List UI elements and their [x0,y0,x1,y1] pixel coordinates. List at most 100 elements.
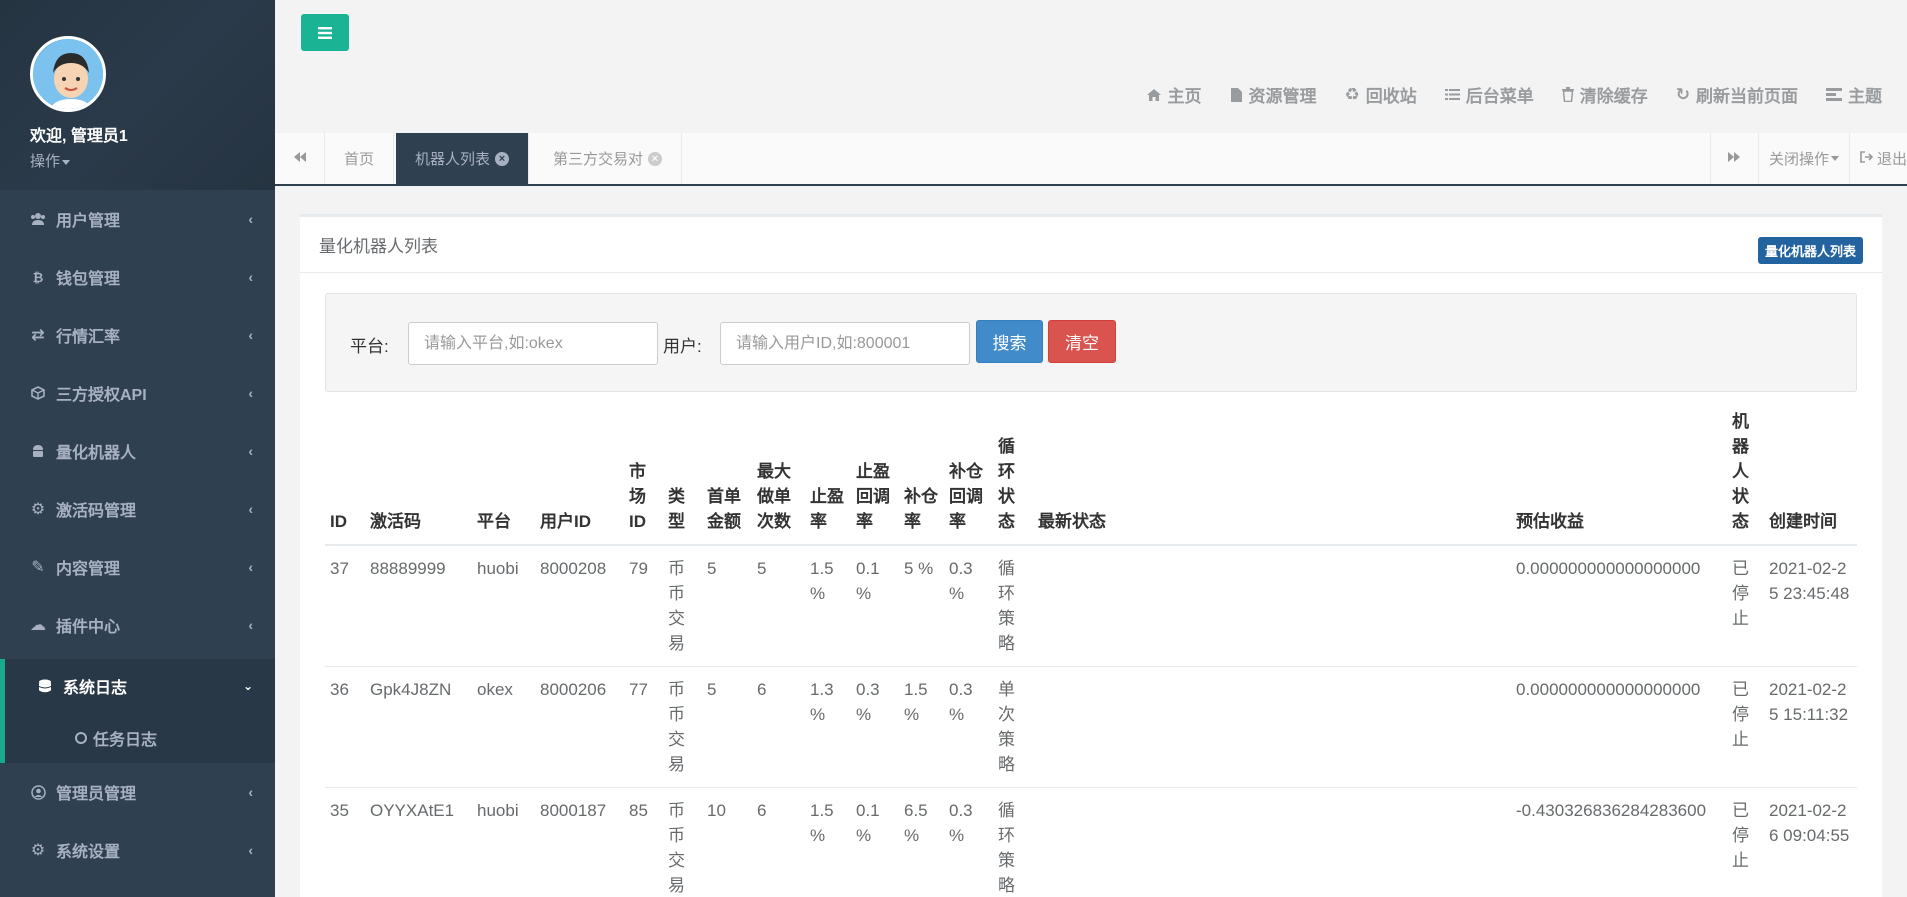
logout-button[interactable]: 退出 [1848,133,1907,184]
sidebar-item-system-logs[interactable]: 系统日志 ⌄ [0,659,275,713]
clear-cache-label: 清除缓存 [1579,87,1648,106]
sidebar-item-content[interactable]: ✎ 内容管理 ‹ [0,538,275,596]
cell-add-position-callback: 0.3 % [944,666,993,788]
close-tab-icon[interactable]: × [648,151,663,166]
avatar[interactable] [30,36,106,112]
search-button[interactable]: 搜索 [976,320,1043,363]
column-header[interactable]: 循环状态 [993,409,1033,546]
column-header[interactable]: 机器人状态 [1727,409,1764,546]
cell-robot-status: 已停止 [1727,545,1764,667]
cell-add-position-rate: 1.5 % [899,666,944,788]
resource-management-link[interactable]: 资源管理 [1230,82,1317,107]
chevron-left-icon: ‹ [248,443,253,459]
clear-cache-link[interactable]: 清除缓存 [1561,82,1648,107]
table-row[interactable]: 36 Gpk4J8ZN okex 8000206 77 币币交易 5 6 1.3… [325,666,1857,788]
tabs-scroll-left-button[interactable] [275,133,325,184]
column-header[interactable]: 补仓率 [899,409,944,546]
refresh-page-link[interactable]: ↻ 刷新当前页面 [1676,82,1798,107]
column-header[interactable]: 预估收益 [1511,409,1727,546]
platform-input[interactable] [408,322,658,365]
database-icon [37,678,53,694]
cell-loop-status: 循环策略 [993,787,1033,897]
top-navbar: 主页 资源管理 ♻ 回收站 后台菜单 清除缓存 ↻ 刷新当前页面 主题 [275,0,1907,133]
column-header[interactable]: 类型 [663,409,702,546]
sidebar-item-users[interactable]: 用户管理 ‹ [0,190,275,248]
cell-platform: huobi [472,545,535,667]
sidebar-subitem-task-logs[interactable]: 任务日志 [0,713,275,763]
sidebar-item-label: 用户管理 [56,213,121,230]
backend-menu-label: 后台菜单 [1465,87,1534,106]
cell-id: 36 [325,666,365,788]
sidebar-item-activation-codes[interactable]: ⚙ 激活码管理 ‹ [0,480,275,538]
column-header[interactable]: 首单金额 [702,409,752,546]
cell-loop-status: 循环策略 [993,545,1033,667]
sidebar-item-market-rates[interactable]: ⇄ 行情汇率 ‹ [0,306,275,364]
cell-take-profit-callback: 0.1 % [851,545,899,667]
column-header[interactable]: 创建时间 [1764,409,1857,546]
tab-label: 机器人列表 [415,151,491,168]
sidebar-item-system-settings[interactable]: ⚙ 系统设置 ‹ [0,821,275,879]
tab-third-party-pairs[interactable]: 第三方交易对 × [534,133,683,184]
cell-created-at: 2021-02-25 23:45:48 [1764,545,1857,667]
file-icon [1230,87,1243,103]
clear-button[interactable]: 清空 [1048,320,1116,363]
cell-type: 币币交易 [663,666,702,788]
column-header[interactable]: 止盈率 [805,409,851,546]
cell-take-profit-rate: 1.5 % [805,787,851,897]
menu-toggle-button[interactable] [301,14,349,51]
tabs-right-controls: 关闭操作 退出 [1709,133,1907,184]
trash-icon [1561,87,1574,102]
content-panel: 量化机器人列表 量化机器人列表 平台: 用户: 搜索 清空 ID 激活码 平台 … [300,214,1882,897]
profile-panel: 欢迎, 管理员1 操作 [0,0,275,190]
cell-max-orders: 6 [752,666,805,788]
user-id-input[interactable] [720,322,970,365]
tab-robot-list[interactable]: 机器人列表 × [396,133,530,184]
cell-robot-status: 已停止 [1727,787,1764,897]
chevron-left-icon: ‹ [248,211,253,227]
sidebar-item-plugins[interactable]: ☁ 插件中心 ‹ [0,596,275,654]
cell-type: 币币交易 [663,545,702,667]
column-header[interactable]: 市场ID [624,409,663,546]
cell-market-id: 85 [624,787,663,897]
sidebar-item-admins[interactable]: 管理员管理 ‹ [0,763,275,821]
backend-menu-link[interactable]: 后台菜单 [1444,82,1534,107]
column-header[interactable]: 用户ID [535,409,624,546]
sidebar-item-label: 三方授权API [56,387,147,404]
sidebar-item-wallet[interactable]: ₿ 钱包管理 ‹ [0,248,275,306]
cell-first-order-amount: 5 [702,545,752,667]
top-links: 主页 资源管理 ♻ 回收站 后台菜单 清除缓存 ↻ 刷新当前页面 主题 [1118,82,1882,107]
tabs-scroll-right-button[interactable] [1709,133,1758,184]
column-header[interactable]: 补仓回调率 [944,409,993,546]
search-form: 平台: 用户: 搜索 清空 [325,293,1857,392]
column-header[interactable]: 激活码 [365,409,472,546]
column-header[interactable]: 止盈回调率 [851,409,899,546]
home-link[interactable]: 主页 [1146,82,1202,107]
cell-first-order-amount: 5 [702,666,752,788]
home-icon [1146,88,1162,102]
panel-title: 量化机器人列表 [319,237,438,256]
close-tab-icon[interactable]: × [495,151,510,166]
theme-link[interactable]: 主题 [1826,82,1882,107]
sidebar-item-third-party-api[interactable]: 三方授权API ‹ [0,364,275,422]
table-row[interactable]: 35 OYYXAtE1 huobi 8000187 85 币币交易 10 6 1… [325,787,1857,897]
edit-icon: ✎ [31,559,45,576]
recycle-bin-link[interactable]: ♻ 回收站 [1345,82,1417,107]
column-header[interactable]: ID [325,409,365,546]
chevron-left-icon: ‹ [248,784,253,800]
column-header[interactable]: 最新状态 [1033,409,1511,546]
close-operations-dropdown[interactable]: 关闭操作 [1757,133,1849,184]
table-row[interactable]: 37 88889999 huobi 8000208 79 币币交易 5 5 1.… [325,545,1857,667]
platform-label: 平台: [350,337,389,356]
sidebar-item-label: 插件中心 [56,619,121,636]
cell-user-id: 8000187 [535,787,624,897]
operations-dropdown[interactable]: 操作 [30,150,275,171]
operations-label: 操作 [30,153,61,170]
cell-activation-code: Gpk4J8ZN [365,666,472,788]
sidebar-item-quant-robot[interactable]: 量化机器人 ‹ [0,422,275,480]
cell-id: 35 [325,787,365,897]
list-icon [1444,88,1460,101]
column-header[interactable]: 最大做单次数 [752,409,805,546]
exchange-icon: ⇄ [31,327,45,344]
tab-home[interactable]: 首页 [325,133,395,184]
column-header[interactable]: 平台 [472,409,535,546]
